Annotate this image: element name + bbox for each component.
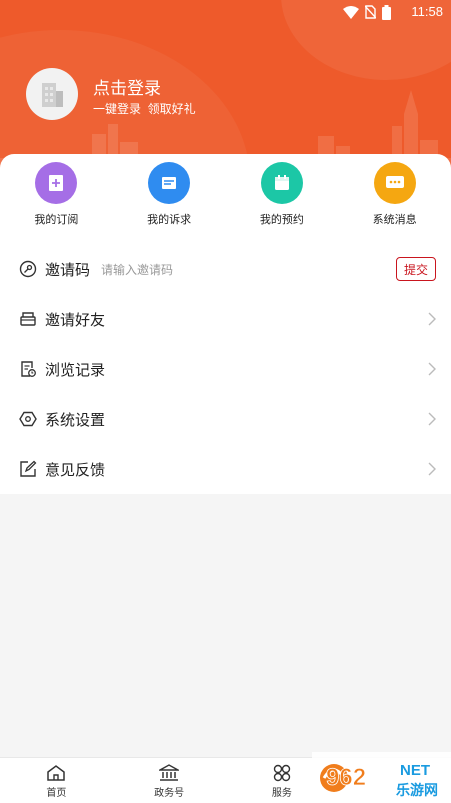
home-icon [47,765,66,781]
avatar[interactable] [26,68,78,120]
service-icon [273,764,291,782]
menu-item-label: 邀请好友 [45,312,106,329]
status-time: 11:58 [411,4,443,19]
settings-icon [19,411,37,427]
appeal-icon [148,162,191,204]
menu-item-feedback[interactable]: 意见反馈 [0,444,451,494]
tab-label: 政务号 [154,788,185,799]
quick-action-appointment[interactable]: 我的预约 [226,162,339,242]
watermark-sitename: 乐游网 [396,782,438,799]
invite-code-row: 邀请码 请输入邀请码 提交 [0,244,451,294]
profile-header: 11:58 点击登录 一键登录 领取好礼 [0,0,451,176]
battery-icon [382,4,391,20]
watermark-net: NET [400,762,430,779]
status-bar: 11:58 [0,0,451,24]
tab-label: 服务 [271,788,292,799]
menu-item-label: 浏览记录 [45,362,106,379]
menu-item-label: 意见反馈 [45,462,106,479]
tab-label: 首页 [46,788,67,799]
invite-friends-icon [20,312,36,326]
quick-action-label: 我的诉求 [147,214,192,226]
menu-card: 我的订阅 我的诉求 我的预约 系统消息 邀请码 请输入邀请码 提交 邀请好友 浏… [0,154,451,494]
key-icon [19,260,37,278]
chevron-right-icon [428,312,436,326]
chevron-right-icon [428,412,436,426]
menu-item-label: 系统设置 [45,412,106,429]
watermark-number: 962 [326,764,366,791]
menu-item-settings[interactable]: 系统设置 [0,394,451,444]
menu-item-history[interactable]: 浏览记录 [0,344,451,394]
message-icon [373,162,416,204]
quick-action-label: 我的预约 [259,214,304,226]
quick-action-subscription[interactable]: 我的订阅 [0,162,113,242]
quick-action-messages[interactable]: 系统消息 [338,162,451,242]
government-icon [159,764,180,781]
history-icon [21,361,36,377]
calendar-icon [260,162,303,204]
quick-action-appeal[interactable]: 我的诉求 [113,162,226,242]
menu-item-invite-friends[interactable]: 邀请好友 [0,294,451,344]
quick-actions: 我的订阅 我的诉求 我的预约 系统消息 [0,162,451,242]
invite-code-submit-button[interactable]: 提交 [396,257,436,281]
chevron-right-icon [428,362,436,376]
invite-code-label: 邀请码 [45,262,91,279]
subscription-icon [35,162,78,204]
tab-home[interactable]: 首页 [0,758,113,803]
wifi-icon [343,5,359,19]
login-subtitle[interactable]: 一键登录 领取好礼 [93,100,196,117]
invite-code-input[interactable]: 请输入邀请码 [101,261,173,278]
quick-action-label: 系统消息 [372,214,417,226]
login-title[interactable]: 点击登录 [93,74,161,99]
tab-government[interactable]: 政务号 [113,758,226,803]
status-icons [343,4,391,20]
no-sim-icon [365,5,376,19]
site-watermark-logo: 962 NET 乐游网 [312,752,451,803]
quick-action-label: 我的订阅 [34,214,79,226]
building-avatar-icon [42,83,63,107]
chevron-right-icon [428,462,436,476]
feedback-icon [20,460,37,477]
